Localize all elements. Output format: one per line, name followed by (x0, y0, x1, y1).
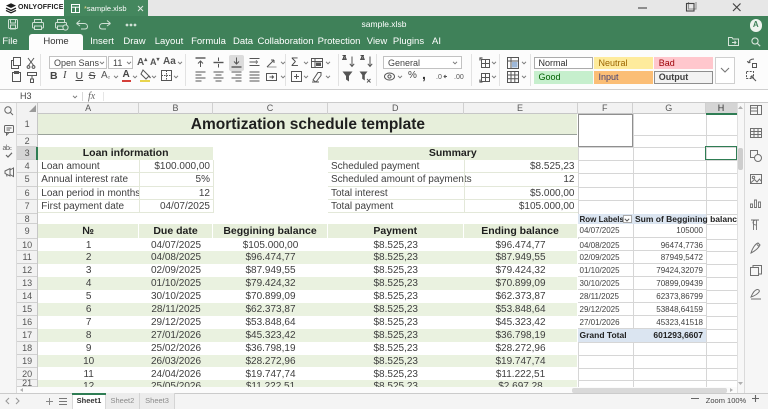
svg-text:.00: .00 (454, 74, 464, 81)
svg-text:.0: .0 (436, 74, 442, 81)
